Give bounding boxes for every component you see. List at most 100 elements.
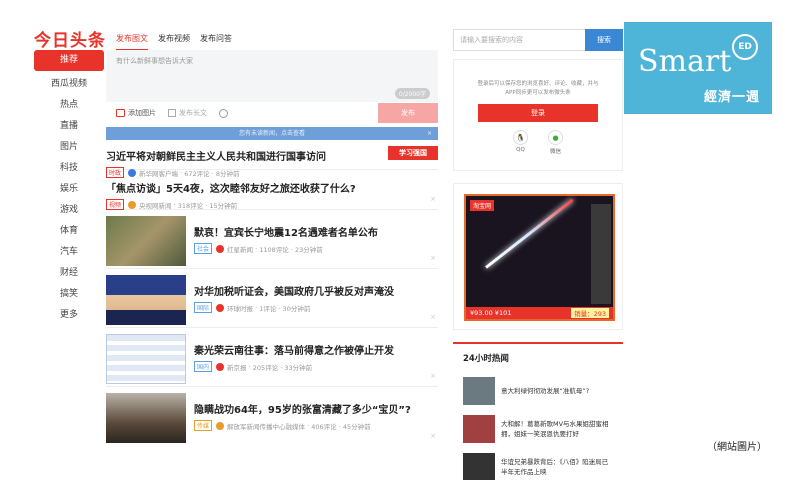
- ad-thumbnail-strip: [591, 204, 611, 304]
- feed-source[interactable]: 环球时报: [227, 303, 253, 313]
- dismiss-icon[interactable]: ×: [430, 432, 436, 440]
- feed-meta: 国际 环球时报 · 1评论 · 30分钟前: [194, 302, 438, 313]
- long-text-checkbox[interactable]: 发布长文: [168, 108, 207, 118]
- feed-source[interactable]: 央视网新闻: [139, 200, 172, 210]
- nav-item-tech[interactable]: 科技: [34, 158, 104, 179]
- wechat-icon: ●: [548, 130, 563, 145]
- hot-news-text[interactable]: 华谊兄弟暴跌背后：《八佰》陷迷局已半年无作品上映: [501, 457, 613, 477]
- tab-post-video[interactable]: 发布视频: [158, 28, 190, 50]
- feed-source[interactable]: 解放军新闻传播中心融媒体: [227, 421, 305, 431]
- feed-title[interactable]: 默哀！宜宾长宁地震12名遇难者名单公布: [194, 224, 438, 239]
- feed-thumbnail[interactable]: [106, 216, 186, 266]
- nav-item-finance[interactable]: 财经: [34, 263, 104, 284]
- composer-tabs: 发布图文 发布视频 发布问答: [106, 28, 438, 50]
- feed-tag: 传媒: [194, 420, 213, 431]
- ad-image[interactable]: 淘宝网 ¥93.00 ¥101 销量：293: [464, 194, 615, 321]
- composer-input[interactable]: 有什么新鲜事想告诉大家: [106, 50, 438, 80]
- feed-title[interactable]: 对华加税听证会，美国政府几乎被反对声淹没: [194, 283, 438, 298]
- login-panel: 登录后可以保存您的浏览喜好、评论、收藏，并与APP同步更可以发布微头条 登录 🐧…: [453, 59, 623, 171]
- toutiao-logo[interactable]: 今日头条: [34, 26, 106, 51]
- nav-item-images[interactable]: 图片: [34, 137, 104, 158]
- search-button[interactable]: 搜索: [585, 29, 623, 51]
- dismiss-icon[interactable]: ×: [430, 372, 436, 380]
- taobao-logo: 淘宝网: [470, 200, 495, 211]
- nav-item-recommend[interactable]: 推荐: [34, 50, 104, 71]
- feed-thumbnail[interactable]: [106, 334, 186, 384]
- feed-title[interactable]: 「焦点访谈」5天4夜，这次睦邻友好之旅还收获了什么?: [106, 180, 438, 195]
- feed-item[interactable]: 秦光荣云南往事：落马前得意之作被停止开发 国内 新京报 · 205评论 · 33分…: [106, 328, 438, 387]
- tab-post-qa[interactable]: 发布问答: [200, 28, 232, 50]
- dismiss-icon[interactable]: ×: [430, 254, 436, 262]
- dismiss-icon[interactable]: ×: [430, 313, 436, 321]
- feed-stats: 1108评论 · 23分钟前: [259, 245, 323, 254]
- nav-item-sports[interactable]: 体育: [34, 221, 104, 242]
- feed-source[interactable]: 红星新闻: [227, 244, 253, 254]
- feed-thumbnail[interactable]: [106, 275, 186, 325]
- image-icon: [116, 109, 125, 117]
- wechat-label: 微信: [549, 149, 561, 155]
- hot-news-text[interactable]: 大和解！葛葛新歌MV与水果姐甜蜜相拥，姐妹一笑泯恩仇要打好: [501, 419, 613, 439]
- feed-source[interactable]: 新京报: [227, 362, 247, 372]
- source-icon: [216, 303, 225, 312]
- xuexi-badge[interactable]: 学习强国: [388, 146, 438, 160]
- unread-notice-bar[interactable]: 您有未读新闻，点击查看 ×: [106, 127, 438, 140]
- hot-news-title: 24小时热闻: [463, 354, 509, 364]
- hot-news-item[interactable]: 华谊兄弟暴跌背后：《八佰》陷迷局已半年无作品上映: [453, 448, 623, 480]
- hot-news-thumbnail[interactable]: [463, 415, 495, 443]
- feed-item[interactable]: 习近平将对朝鲜民主主义人民共和国进行国事访问 时政 新华网客户端 · 672评论 …: [106, 142, 438, 178]
- dismiss-icon[interactable]: ×: [430, 195, 436, 203]
- nav-item-funny[interactable]: 搞笑: [34, 284, 104, 305]
- close-icon[interactable]: ×: [427, 127, 432, 140]
- tab-post-article[interactable]: 发布图文: [116, 28, 148, 50]
- hot-news-panel: 24小时热闻 意大利绿何彻劝发展“准航母”? 大和解！葛葛新歌MV与水果姐甜蜜相…: [453, 342, 623, 480]
- channel-nav: 推荐 西瓜视频 热点 直播 图片 科技 娱乐 游戏 体育 汽车 财经 搞笑 更多: [34, 50, 104, 326]
- search-box: 请输入要搜索的内容 搜索: [453, 29, 623, 51]
- feed-title[interactable]: 隐瞒战功64年，95岁的张富清藏了多少“宝贝”?: [194, 401, 438, 416]
- ad-banner[interactable]: 淘宝网 ¥93.00 ¥101 销量：293: [453, 183, 623, 330]
- long-text-label: 发布长文: [179, 109, 207, 117]
- smart-ed-logo: Smart ED 經濟一週: [624, 22, 772, 114]
- hot-news-item[interactable]: 意大利绿何彻劝发展“准航母”?: [453, 372, 623, 410]
- feed-meta: 社会 红星新闻 · 1108评论 · 23分钟前: [194, 243, 438, 254]
- login-prompt: 登录后可以保存您的浏览喜好、评论、收藏，并与APP同步更可以发布微头条: [477, 81, 599, 96]
- nav-item-ent[interactable]: 娱乐: [34, 179, 104, 200]
- hot-news-item[interactable]: 大和解！葛葛新歌MV与水果姐甜蜜相拥，姐妹一笑泯恩仇要打好: [453, 410, 623, 448]
- nav-item-auto[interactable]: 汽车: [34, 242, 104, 263]
- hot-news-thumbnail[interactable]: [463, 377, 495, 405]
- nav-item-more[interactable]: 更多: [34, 305, 104, 326]
- emoji-icon[interactable]: [219, 108, 228, 118]
- feed-title[interactable]: 秦光荣云南往事：落马前得意之作被停止开发: [194, 342, 438, 357]
- feed-tag: 社会: [194, 243, 213, 254]
- hot-news-text[interactable]: 意大利绿何彻劝发展“准航母”?: [501, 386, 589, 396]
- feed-stats: 406评论 · 45分钟前: [311, 422, 371, 431]
- nav-item-hot[interactable]: 热点: [34, 95, 104, 116]
- nav-item-xigua[interactable]: 西瓜视频: [34, 74, 104, 95]
- feed-stats: 205评论 · 33分钟前: [252, 363, 313, 372]
- feed-tag: 视频: [106, 199, 125, 210]
- source-icon: [216, 362, 225, 371]
- wechat-login[interactable]: ● 微信: [548, 130, 563, 155]
- ad-price: ¥93.00 ¥101: [470, 309, 512, 317]
- ad-sales: 销量：293: [571, 308, 609, 318]
- qq-login[interactable]: 🐧 QQ: [513, 130, 528, 155]
- composer-toolbar: 添加图片 发布长文 发布: [106, 102, 438, 124]
- page: 今日头条 推荐 西瓜视频 热点 直播 图片 科技 娱乐 游戏 体育 汽车 财经 …: [0, 0, 800, 480]
- feed-stats: 318评论 · 15分钟前: [177, 201, 238, 210]
- feed-thumbnail[interactable]: [106, 393, 186, 443]
- feed-stats: 1评论 · 30分钟前: [259, 304, 311, 313]
- brand-badge: ED: [732, 34, 758, 60]
- feed-item[interactable]: 「焦点访谈」5天4夜，这次睦邻友好之旅还收获了什么? 视频 央视网新闻 · 318…: [106, 170, 438, 210]
- qq-label: QQ: [516, 147, 525, 153]
- feed-item[interactable]: 对华加税听证会，美国政府几乎被反对声淹没 国际 环球时报 · 1评论 · 30分钟…: [106, 269, 438, 328]
- login-button[interactable]: 登录: [478, 104, 598, 122]
- char-counter: 0/2000字: [394, 88, 430, 99]
- publish-button[interactable]: 发布: [378, 103, 438, 123]
- feed-item[interactable]: 隐瞒战功64年，95岁的张富清藏了多少“宝贝”? 传媒 解放军新闻传播中心融媒体 …: [106, 387, 438, 446]
- nav-item-games[interactable]: 游戏: [34, 200, 104, 221]
- feed-item[interactable]: 默哀！宜宾长宁地震12名遇难者名单公布 社会 红星新闻 · 1108评论 · 23…: [106, 210, 438, 269]
- add-image-button[interactable]: 添加图片: [116, 108, 156, 118]
- hot-news-thumbnail[interactable]: [463, 453, 495, 480]
- social-login: 🐧 QQ ● 微信: [454, 130, 622, 155]
- checkbox-icon: [168, 109, 176, 117]
- nav-item-live[interactable]: 直播: [34, 116, 104, 137]
